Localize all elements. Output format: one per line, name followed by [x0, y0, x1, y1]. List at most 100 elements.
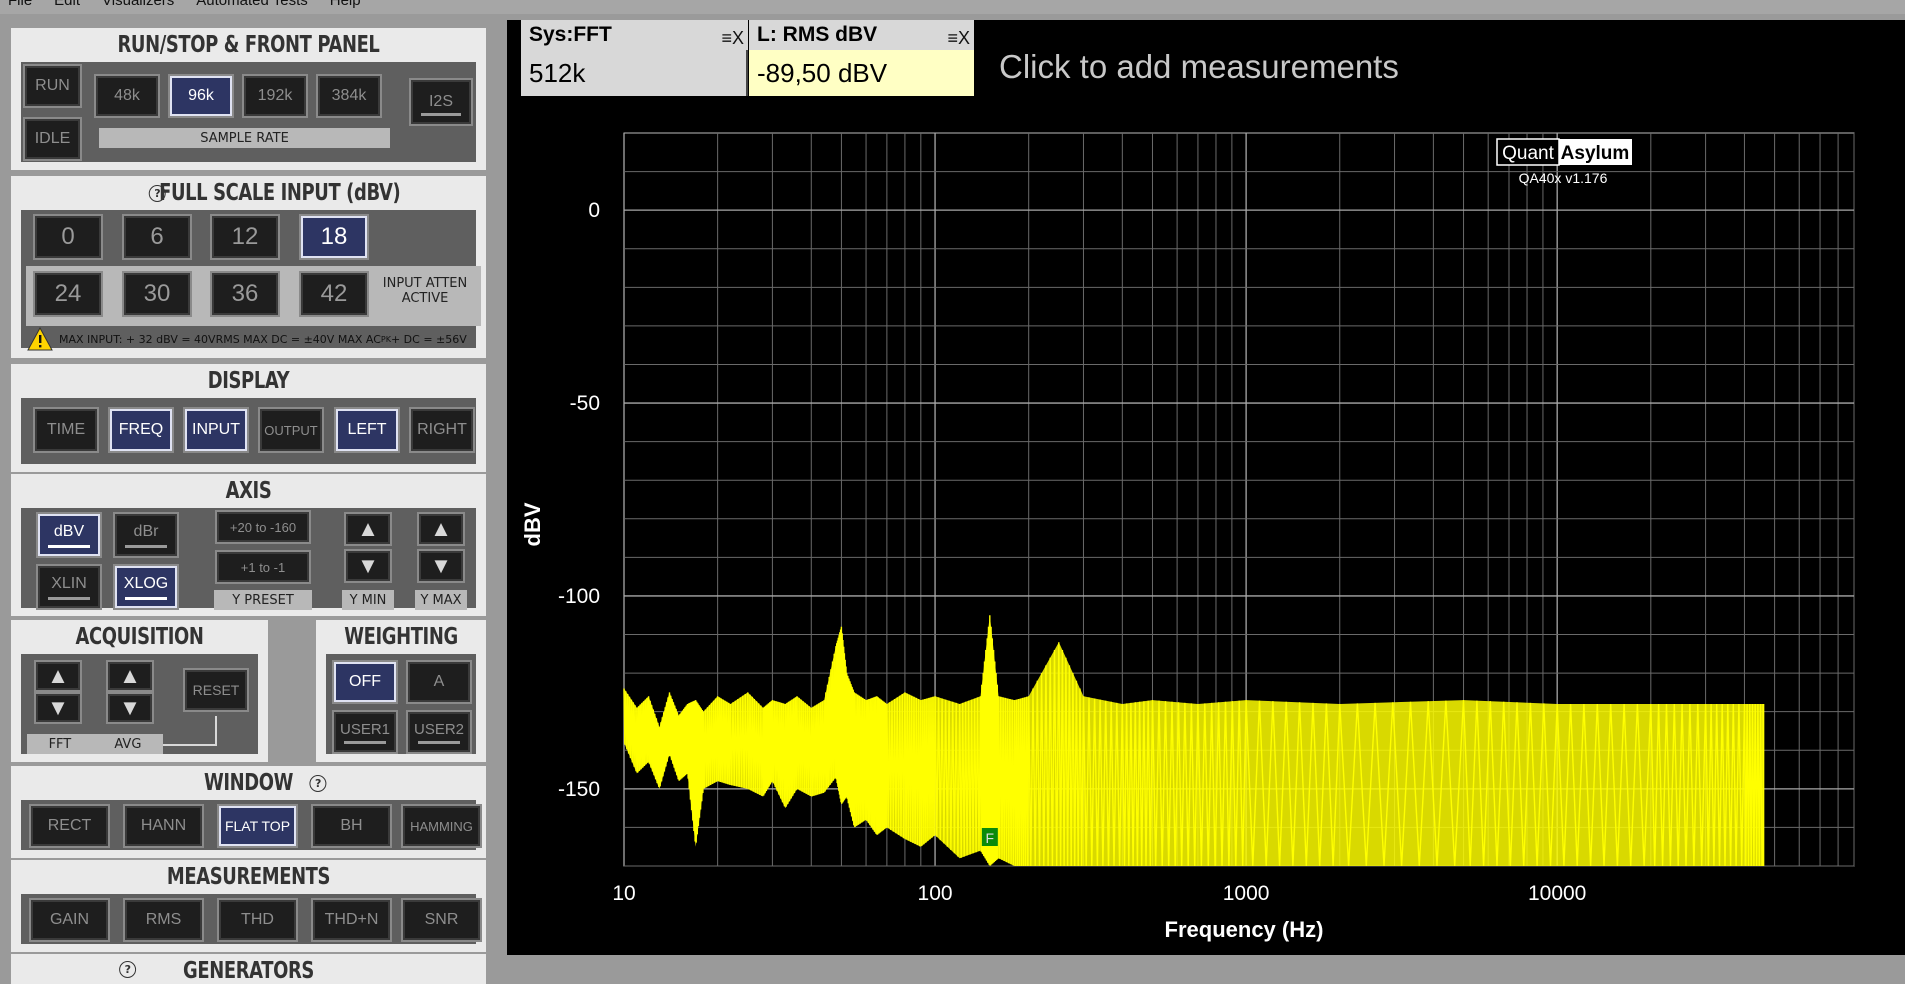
meas-box-rms[interactable]: L: RMS dBV ≡X -89,50 dBV	[749, 20, 974, 96]
axis-xlog-button[interactable]: XLOG	[115, 566, 177, 608]
meas-box-sysfft[interactable]: Sys:FFT ≡X 512k	[521, 20, 748, 96]
axis-xlin-button[interactable]: XLIN	[38, 566, 100, 608]
window-rect-button[interactable]: RECT	[31, 806, 108, 846]
rate-48k-button[interactable]: 48k	[96, 76, 158, 116]
fsi-36-button[interactable]: 36	[212, 273, 278, 315]
weighting-a-button[interactable]: A	[408, 662, 470, 702]
meas-box-rms-header: L: RMS dBV ≡X	[749, 20, 974, 50]
warning-text: MAX INPUT: + 32 dBV = 40VRMS MAX DC = ±4…	[59, 332, 381, 346]
idle-button[interactable]: IDLE	[25, 119, 80, 159]
fsi-18-label: 18	[320, 223, 348, 250]
avg-up-icon: ▲	[119, 663, 141, 688]
fft-chart[interactable]: 10 100 1000 10000 0 -50 -100 -150 Frequency (Hz)…	[507, 20, 1905, 955]
fft-up-button[interactable]: ▲	[36, 662, 80, 690]
menu-edit[interactable]: Edit	[54, 0, 80, 14]
run-button-label: RUN	[35, 77, 70, 94]
display-freq-button[interactable]: FREQ	[110, 409, 172, 451]
x-tick-label: 100	[918, 882, 953, 905]
measurements-body: GAIN RMS THD THD+N SNR	[21, 894, 480, 944]
window-bh-label: BH	[340, 817, 363, 834]
rate-96k-button[interactable]: 96k	[170, 76, 232, 116]
fsi-24-label: 24	[54, 280, 82, 307]
display-left-button[interactable]: LEFT	[336, 409, 398, 451]
y-min-up-icon: ▲	[357, 516, 379, 541]
acq-reset-button[interactable]: RESET	[185, 670, 247, 710]
menu-automated-tests[interactable]: Automated Tests	[196, 0, 307, 14]
x-tick-label: 1000	[1223, 882, 1270, 905]
y-max-down-icon: ▼	[430, 553, 452, 578]
fsi-6-button[interactable]: 6	[124, 216, 190, 258]
run-button[interactable]: RUN	[25, 66, 80, 106]
meas-box-rms-menu-close-icon[interactable]: ≡X	[947, 23, 970, 53]
display-input-button[interactable]: INPUT	[185, 409, 247, 451]
window-hann-button[interactable]: HANN	[125, 806, 202, 846]
axis-dbv-button[interactable]: dBV	[38, 514, 100, 556]
menu-visualizers[interactable]: Visualizers	[102, 0, 174, 14]
i2s-button[interactable]: I2S	[411, 80, 471, 124]
fsi-30-label: 30	[143, 280, 171, 307]
logo-asylum-text: Asylum	[1561, 143, 1630, 164]
meas-rms-button[interactable]: RMS	[125, 900, 202, 940]
avg-up-button[interactable]: ▲	[108, 662, 152, 690]
y-preset-unit-button[interactable]: +1 to -1	[217, 552, 309, 582]
display-right-button[interactable]: RIGHT	[411, 409, 473, 451]
display-time-button[interactable]: TIME	[35, 409, 97, 451]
fsi-42-button[interactable]: 42	[301, 273, 367, 315]
fft-down-button[interactable]: ▼	[36, 694, 80, 722]
rate-192k-button[interactable]: 192k	[244, 76, 306, 116]
y-max-down-button[interactable]: ▼	[419, 551, 463, 581]
meas-box-sysfft-title: Sys:FFT	[529, 23, 612, 46]
window-flattop-button[interactable]: FLAT TOP	[219, 806, 296, 846]
rate-192k-label: 192k	[257, 87, 293, 104]
fft-label: FFT	[48, 736, 72, 752]
y-tick-label: -50	[570, 392, 600, 415]
window-help-icon[interactable]: ?	[309, 775, 327, 792]
run-stop-title: RUN/STOP & FRONT PANEL	[117, 32, 380, 58]
meas-rms-label: RMS	[145, 911, 182, 928]
menu-file[interactable]: File	[8, 0, 32, 14]
generators-help-icon[interactable]: ?	[119, 961, 137, 978]
weighting-user2-button[interactable]: USER2	[408, 712, 470, 752]
fsi-18-button[interactable]: 18	[301, 216, 367, 258]
fsi-30-button[interactable]: 30	[124, 273, 190, 315]
menu-help[interactable]: Help	[330, 0, 361, 14]
fsi-36-label: 36	[231, 280, 259, 307]
meas-box-sysfft-header: Sys:FFT ≡X	[521, 20, 748, 50]
full-scale-input-title: ? FULL SCALE INPUT (dBV)	[65, 180, 432, 206]
window-title: WINDOW?	[65, 770, 432, 796]
y-min-up-button[interactable]: ▲	[346, 514, 390, 544]
plot-area[interactable]: 10 100 1000 10000 0 -50 -100 -150 Frequency (Hz)…	[507, 20, 1905, 955]
y-preset-range-button[interactable]: +20 to -160	[217, 512, 309, 542]
axis-panel: AXIS dBV dBr XLIN XLOG +20 to -160 +1 to…	[11, 474, 486, 616]
rate-384k-button[interactable]: 384k	[318, 76, 380, 116]
window-hamming-button[interactable]: HAMMING	[403, 806, 480, 846]
avg-down-icon: ▼	[119, 695, 141, 720]
fsi-0-button[interactable]: 0	[35, 216, 101, 258]
meas-thdn-label: THD+N	[324, 911, 379, 928]
fft-up-icon: ▲	[47, 663, 69, 688]
meas-gain-button[interactable]: GAIN	[31, 900, 108, 940]
meas-thd-button[interactable]: THD	[219, 900, 296, 940]
y-min-down-button[interactable]: ▼	[346, 551, 390, 581]
display-output-button[interactable]: OUTPUT	[260, 409, 322, 451]
window-hann-label: HANN	[140, 817, 187, 834]
acquisition-panel: ACQUISITION ▲ ▼ ▲ ▼ RESET FFT AVG	[11, 620, 268, 762]
meas-snr-button[interactable]: SNR	[403, 900, 480, 940]
window-bh-button[interactable]: BH	[313, 806, 390, 846]
add-measurements-prompt[interactable]: Click to add measurements	[999, 48, 1399, 86]
fsi-12-label: 12	[231, 223, 259, 250]
warning-tail: + DC = ±56V	[390, 332, 467, 346]
axis-dbr-button[interactable]: dBr	[115, 514, 177, 556]
weighting-body: OFF A USER1 USER2	[326, 654, 476, 754]
y-max-up-button[interactable]: ▲	[419, 514, 463, 544]
idle-button-label: IDLE	[34, 130, 71, 147]
meas-box-menu-close-icon[interactable]: ≡X	[721, 23, 744, 53]
window-hamming-label: HAMMING	[410, 818, 473, 834]
fsi-24-button[interactable]: 24	[35, 273, 101, 315]
avg-down-button[interactable]: ▼	[108, 694, 152, 722]
meas-thdn-button[interactable]: THD+N	[313, 900, 390, 940]
weighting-user1-button[interactable]: USER1	[334, 712, 396, 752]
display-freq-label: FREQ	[118, 421, 164, 438]
fsi-12-button[interactable]: 12	[212, 216, 278, 258]
weighting-off-button[interactable]: OFF	[334, 662, 396, 702]
